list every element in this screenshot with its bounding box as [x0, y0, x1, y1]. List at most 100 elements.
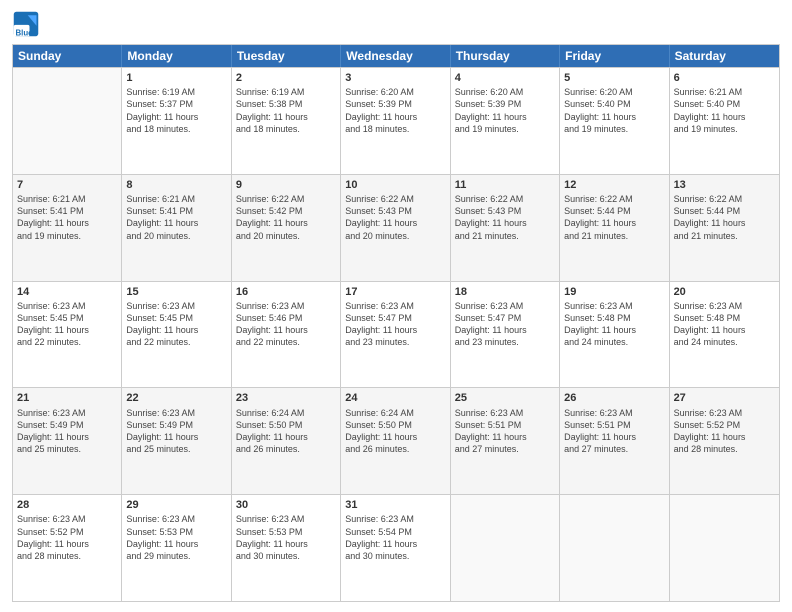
cell-line: and 18 minutes. [236, 123, 336, 135]
cell-line: and 25 minutes. [126, 443, 226, 455]
cell-line: Daylight: 11 hours [17, 431, 117, 443]
cell-line: and 30 minutes. [345, 550, 445, 562]
cal-day-19: 19Sunrise: 6:23 AMSunset: 5:48 PMDayligh… [560, 282, 669, 388]
cell-line: Sunrise: 6:22 AM [564, 193, 664, 205]
day-number: 4 [455, 71, 555, 85]
day-number: 3 [345, 71, 445, 85]
cell-line: Daylight: 11 hours [674, 431, 775, 443]
cell-line: Sunrise: 6:22 AM [455, 193, 555, 205]
cell-line: Sunset: 5:38 PM [236, 98, 336, 110]
calendar-body: 1Sunrise: 6:19 AMSunset: 5:37 PMDaylight… [13, 67, 779, 601]
cell-line: Daylight: 11 hours [17, 324, 117, 336]
cell-line: Daylight: 11 hours [236, 431, 336, 443]
cell-line: Daylight: 11 hours [674, 217, 775, 229]
day-number: 11 [455, 178, 555, 192]
day-number: 27 [674, 391, 775, 405]
logo-icon: Blue [12, 10, 40, 38]
header: Blue [12, 10, 780, 38]
cell-line: Sunset: 5:40 PM [674, 98, 775, 110]
cell-line: Sunset: 5:52 PM [17, 526, 117, 538]
calendar: SundayMondayTuesdayWednesdayThursdayFrid… [12, 44, 780, 602]
svg-text:Blue: Blue [16, 28, 34, 37]
cell-line: Sunset: 5:52 PM [674, 419, 775, 431]
day-number: 31 [345, 498, 445, 512]
cal-day-13: 13Sunrise: 6:22 AMSunset: 5:44 PMDayligh… [670, 175, 779, 281]
cell-line: Daylight: 11 hours [345, 324, 445, 336]
cell-line: Daylight: 11 hours [236, 324, 336, 336]
calendar-header: SundayMondayTuesdayWednesdayThursdayFrid… [13, 45, 779, 67]
cell-line: Sunrise: 6:23 AM [17, 300, 117, 312]
header-day-thursday: Thursday [451, 45, 560, 67]
cell-line: Sunset: 5:48 PM [564, 312, 664, 324]
cell-line: and 30 minutes. [236, 550, 336, 562]
cell-line: Sunset: 5:49 PM [17, 419, 117, 431]
header-day-tuesday: Tuesday [232, 45, 341, 67]
cal-day-3: 3Sunrise: 6:20 AMSunset: 5:39 PMDaylight… [341, 68, 450, 174]
day-number: 15 [126, 285, 226, 299]
cell-line: and 23 minutes. [345, 336, 445, 348]
day-number: 22 [126, 391, 226, 405]
cell-line: Sunrise: 6:23 AM [126, 407, 226, 419]
cell-line: Daylight: 11 hours [236, 111, 336, 123]
cell-line: Daylight: 11 hours [455, 111, 555, 123]
cell-line: and 22 minutes. [236, 336, 336, 348]
cal-day-25: 25Sunrise: 6:23 AMSunset: 5:51 PMDayligh… [451, 388, 560, 494]
day-number: 20 [674, 285, 775, 299]
cell-line: Daylight: 11 hours [126, 111, 226, 123]
calendar-week-5: 28Sunrise: 6:23 AMSunset: 5:52 PMDayligh… [13, 494, 779, 601]
cal-day-20: 20Sunrise: 6:23 AMSunset: 5:48 PMDayligh… [670, 282, 779, 388]
cell-line: Sunset: 5:40 PM [564, 98, 664, 110]
cell-line: Sunrise: 6:23 AM [236, 513, 336, 525]
cell-line: Sunrise: 6:21 AM [674, 86, 775, 98]
day-number: 17 [345, 285, 445, 299]
cell-line: Daylight: 11 hours [564, 217, 664, 229]
cell-line: Sunset: 5:47 PM [455, 312, 555, 324]
day-number: 28 [17, 498, 117, 512]
cell-line: Daylight: 11 hours [17, 217, 117, 229]
cell-line: Sunset: 5:44 PM [564, 205, 664, 217]
cell-line: Daylight: 11 hours [564, 431, 664, 443]
day-number: 26 [564, 391, 664, 405]
cell-line: Sunrise: 6:22 AM [674, 193, 775, 205]
cell-line: Sunset: 5:44 PM [674, 205, 775, 217]
cell-line: and 26 minutes. [236, 443, 336, 455]
cell-line: Daylight: 11 hours [236, 538, 336, 550]
cal-day-17: 17Sunrise: 6:23 AMSunset: 5:47 PMDayligh… [341, 282, 450, 388]
day-number: 8 [126, 178, 226, 192]
cell-line: Daylight: 11 hours [17, 538, 117, 550]
calendar-week-2: 7Sunrise: 6:21 AMSunset: 5:41 PMDaylight… [13, 174, 779, 281]
cell-line: and 19 minutes. [674, 123, 775, 135]
cell-line: and 29 minutes. [126, 550, 226, 562]
cell-line: Sunset: 5:54 PM [345, 526, 445, 538]
cell-line: and 18 minutes. [126, 123, 226, 135]
cal-day-16: 16Sunrise: 6:23 AMSunset: 5:46 PMDayligh… [232, 282, 341, 388]
cell-line: and 19 minutes. [564, 123, 664, 135]
cell-line: and 26 minutes. [345, 443, 445, 455]
cell-line: Sunrise: 6:23 AM [126, 513, 226, 525]
cell-line: Sunrise: 6:24 AM [345, 407, 445, 419]
cell-line: Sunrise: 6:19 AM [236, 86, 336, 98]
cell-line: Daylight: 11 hours [455, 324, 555, 336]
cal-day-15: 15Sunrise: 6:23 AMSunset: 5:45 PMDayligh… [122, 282, 231, 388]
cell-line: Sunset: 5:45 PM [17, 312, 117, 324]
cal-day-5: 5Sunrise: 6:20 AMSunset: 5:40 PMDaylight… [560, 68, 669, 174]
cell-line: Sunset: 5:51 PM [455, 419, 555, 431]
cal-day-6: 6Sunrise: 6:21 AMSunset: 5:40 PMDaylight… [670, 68, 779, 174]
day-number: 13 [674, 178, 775, 192]
cal-empty [451, 495, 560, 601]
cell-line: and 19 minutes. [455, 123, 555, 135]
header-day-sunday: Sunday [13, 45, 122, 67]
day-number: 12 [564, 178, 664, 192]
cell-line: Sunset: 5:48 PM [674, 312, 775, 324]
day-number: 29 [126, 498, 226, 512]
day-number: 7 [17, 178, 117, 192]
cell-line: Daylight: 11 hours [564, 324, 664, 336]
day-number: 1 [126, 71, 226, 85]
cal-day-9: 9Sunrise: 6:22 AMSunset: 5:42 PMDaylight… [232, 175, 341, 281]
cell-line: Sunrise: 6:20 AM [564, 86, 664, 98]
cell-line: Sunrise: 6:24 AM [236, 407, 336, 419]
cal-day-7: 7Sunrise: 6:21 AMSunset: 5:41 PMDaylight… [13, 175, 122, 281]
cell-line: Daylight: 11 hours [455, 217, 555, 229]
cal-day-27: 27Sunrise: 6:23 AMSunset: 5:52 PMDayligh… [670, 388, 779, 494]
logo: Blue [12, 10, 44, 38]
